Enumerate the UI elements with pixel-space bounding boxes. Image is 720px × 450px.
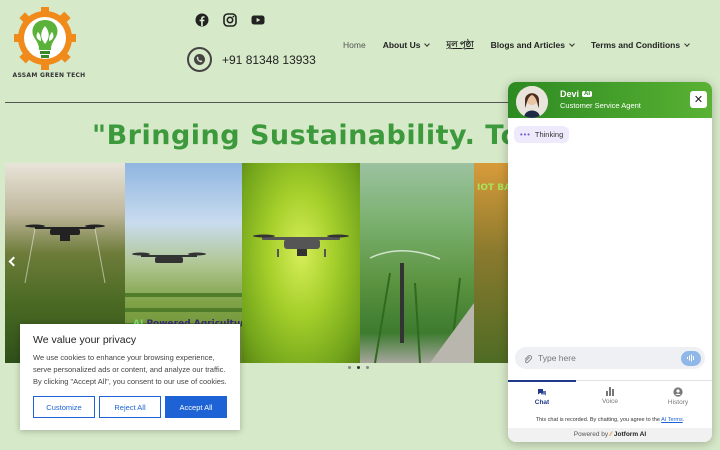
cookie-title: We value your privacy	[33, 334, 137, 346]
cookie-consent-banner: We value your privacy We use cookies to …	[20, 324, 240, 430]
voice-wave-icon[interactable]	[681, 350, 701, 366]
drone-icon	[253, 234, 349, 257]
chat-terms: This chat is recorded. By chatting, you …	[535, 417, 685, 423]
site-logo[interactable]: ASSAM GREEN TECH	[10, 6, 85, 84]
chat-tabs: Chat Voice History	[508, 380, 712, 412]
chat-close-button[interactable]: ✕	[690, 91, 707, 108]
chevron-down-icon	[684, 41, 690, 47]
facebook-icon[interactable]	[195, 12, 209, 27]
nav-item-blogs[interactable]: Blogs and Articles	[491, 38, 575, 52]
bulb-gear-logo-icon	[14, 7, 76, 70]
chevron-down-icon	[424, 41, 431, 47]
slider-dot[interactable]	[348, 366, 351, 369]
agent-role: Customer Service Agent	[560, 101, 641, 110]
phone-number: +91 81348 13933	[222, 52, 316, 67]
instagram-icon[interactable]	[223, 12, 237, 27]
slide-drone-field	[242, 163, 360, 363]
iot-caption: IOT BA	[477, 183, 510, 193]
slider-dot[interactable]	[366, 366, 369, 369]
logo-text: ASSAM GREEN TECH	[12, 72, 86, 79]
slide-iot: IOT BA	[474, 163, 510, 363]
main-nav: Home About Us মূল পৃষ্ঠা Blogs and Artic…	[343, 38, 706, 52]
powered-by[interactable]: Powered by ⁄⁄ Jotform AI	[508, 428, 712, 442]
agent-name: Devi AI	[560, 89, 593, 99]
chat-bubble-icon	[538, 389, 546, 396]
nav-item-terms[interactable]: Terms and Conditions	[591, 38, 690, 52]
tab-history[interactable]: History	[644, 381, 712, 412]
chat-widget: Devi AI Customer Service Agent ✕ ••• Thin…	[508, 82, 712, 442]
chevron-down-icon	[569, 41, 575, 47]
header-divider	[5, 102, 510, 103]
accept-all-button[interactable]: Accept All	[165, 396, 227, 418]
social-links	[195, 12, 265, 27]
tab-chat[interactable]: Chat	[508, 380, 576, 412]
youtube-icon[interactable]	[251, 12, 265, 26]
ai-badge: AI	[582, 91, 593, 97]
slide-sprinkler	[360, 163, 474, 363]
slider-dot-active[interactable]	[357, 366, 360, 369]
paperclip-icon[interactable]	[523, 349, 533, 368]
nav-item-home-assamese[interactable]: মূল পৃষ্ঠা	[446, 38, 473, 52]
tab-voice[interactable]: Voice	[576, 381, 644, 412]
user-circle-icon	[673, 387, 683, 397]
agent-avatar	[516, 86, 548, 118]
ai-terms-link[interactable]: AI Terms	[661, 417, 683, 423]
sprinkler-icon	[369, 250, 474, 363]
nav-item-home[interactable]: Home	[343, 38, 366, 52]
nav-item-about-us[interactable]: About Us	[383, 38, 431, 52]
bar-chart-icon	[606, 387, 614, 396]
phone-contact[interactable]: +91 81348 13933	[187, 47, 316, 72]
chat-header: Devi AI Customer Service Agent ✕	[508, 82, 712, 118]
slider-dots	[348, 366, 369, 369]
customize-button[interactable]: Customize	[33, 396, 95, 418]
chat-message-input[interactable]	[538, 353, 681, 363]
cookie-text: We use cookies to enhance your browsing …	[33, 353, 227, 386]
reject-all-button[interactable]: Reject All	[99, 396, 161, 418]
typing-dots-icon: •••	[520, 130, 531, 139]
chat-input-bar	[515, 347, 705, 369]
whatsapp-icon	[187, 47, 212, 72]
thinking-indicator: ••• Thinking	[514, 126, 570, 143]
hero-title: "Bringing Sustainability. To	[92, 120, 520, 151]
